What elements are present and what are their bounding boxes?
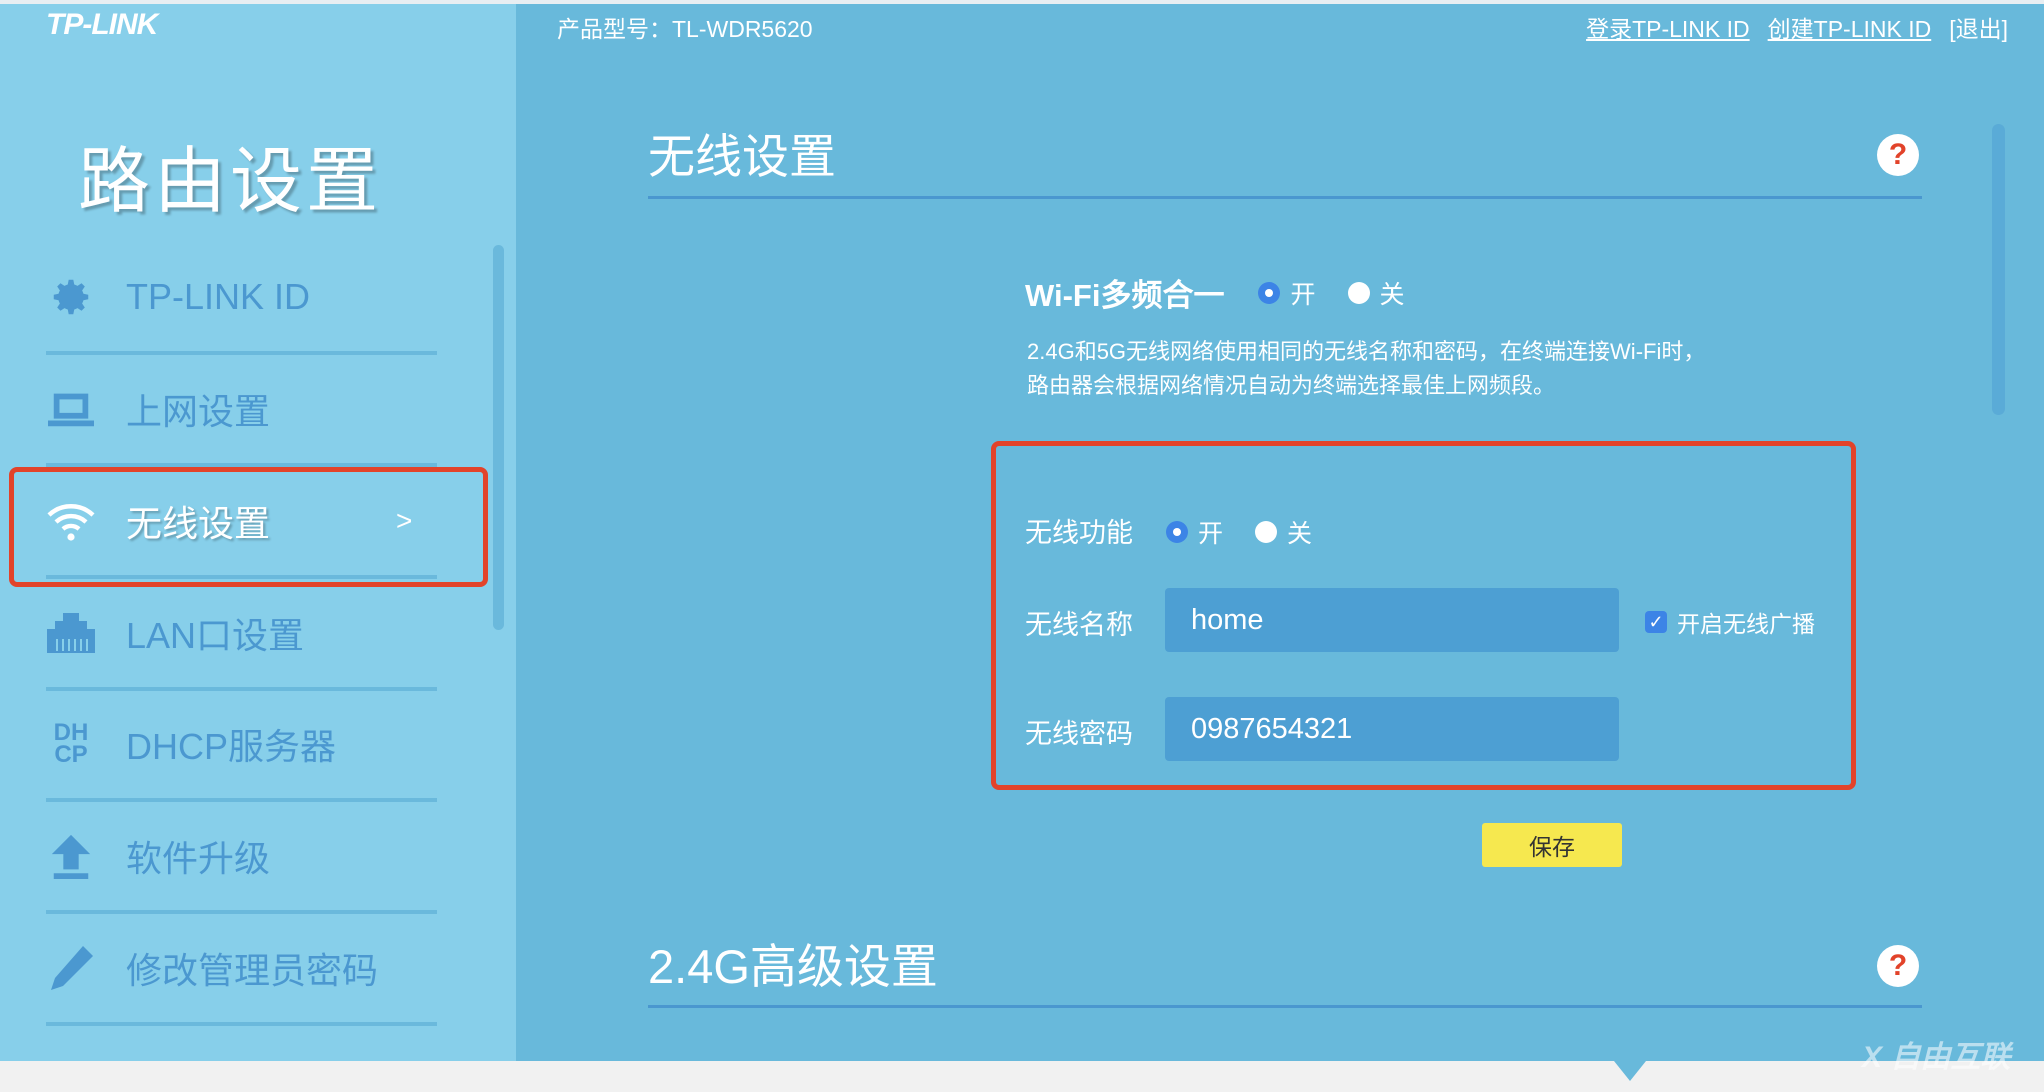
wireless-on-radio[interactable]: [1166, 521, 1188, 543]
logout-link[interactable]: [退出]: [1949, 10, 2008, 44]
wireless-function-label: 无线功能: [1025, 511, 1133, 550]
sidebar-item-label: DHCP服务器: [126, 718, 336, 770]
sidebar-item-admin-password[interactable]: 修改管理员密码: [46, 914, 437, 1026]
help-icon[interactable]: ?: [1877, 134, 1919, 176]
main-scrollbar[interactable]: [1992, 124, 2005, 415]
section-title-wireless: 无线设置: [648, 118, 836, 187]
section-divider: [648, 1005, 1922, 1008]
header-links: 登录TP-LINK ID 创建TP-LINK ID [退出]: [1586, 10, 2008, 44]
radio-label: 关: [1380, 275, 1405, 311]
radio-label: 开: [1290, 275, 1315, 311]
multiband-row: Wi-Fi多频合一 开 关: [1025, 270, 1437, 315]
dhcp-icon: DH CP: [46, 719, 96, 769]
pencil-icon: [46, 943, 96, 993]
sidebar-item-firmware[interactable]: 软件升级: [46, 802, 437, 914]
gear-icon: [46, 272, 96, 322]
multiband-on-radio[interactable]: [1258, 282, 1280, 304]
wireless-name-input[interactable]: home: [1165, 588, 1619, 652]
tp-link-logo: TP-LINK: [46, 8, 157, 42]
sidebar-item-label: 修改管理员密码: [126, 942, 378, 994]
section-title-24g-advanced: 2.4G高级设置: [648, 928, 938, 997]
product-model: 产品型号：TL-WDR5620: [557, 10, 813, 44]
bottom-bar: [0, 1061, 2044, 1092]
broadcast-row: ✓ 开启无线广播: [1645, 605, 1815, 639]
wireless-password-label: 无线密码: [1025, 712, 1133, 751]
multiband-description-1: 2.4G和5G无线网络使用相同的无线名称和密码，在终端连接Wi-Fi时，: [1027, 334, 1705, 366]
sidebar-title: 路由设置: [78, 122, 382, 227]
watermark: X 自由互联: [1862, 1032, 2010, 1076]
sidebar-item-label: 软件升级: [126, 830, 270, 882]
sidebar-item-lan[interactable]: LAN口设置: [46, 579, 437, 691]
save-button[interactable]: 保存: [1482, 823, 1622, 867]
multiband-description-2: 路由器会根据网络情况自动为终端选择最佳上网频段。: [1027, 368, 1555, 400]
sidebar-item-internet[interactable]: 上网设置: [46, 355, 437, 467]
sidebar-item-label: TP-LINK ID: [126, 276, 310, 318]
login-tplink-id-link[interactable]: 登录TP-LINK ID: [1586, 10, 1750, 44]
sidebar-scrollbar[interactable]: [493, 245, 504, 630]
multiband-off-radio[interactable]: [1348, 282, 1370, 304]
sidebar-item-tplink-id[interactable]: TP-LINK ID: [46, 243, 437, 355]
help-icon[interactable]: ?: [1877, 945, 1919, 987]
multiband-label: Wi-Fi多频合一: [1025, 270, 1224, 315]
radio-label: 关: [1287, 514, 1312, 550]
broadcast-checkbox[interactable]: ✓: [1645, 611, 1667, 633]
section-divider: [648, 196, 1922, 199]
broadcast-label: 开启无线广播: [1677, 605, 1815, 639]
highlight-box-sidebar: [9, 467, 488, 587]
tooltip-notch: [1614, 1061, 1646, 1081]
sidebar-item-label: 上网设置: [126, 383, 270, 435]
sidebar-item-dhcp[interactable]: DH CP DHCP服务器: [46, 690, 437, 802]
ethernet-port-icon: [46, 608, 96, 658]
upload-icon: [46, 831, 96, 881]
laptop-icon: [46, 384, 96, 434]
wireless-password-input[interactable]: 0987654321: [1165, 697, 1619, 761]
create-tplink-id-link[interactable]: 创建TP-LINK ID: [1768, 10, 1932, 44]
wireless-name-label: 无线名称: [1025, 603, 1133, 642]
wireless-function-radios: 开 关: [1166, 514, 1344, 550]
wireless-off-radio[interactable]: [1255, 521, 1277, 543]
sidebar-item-label: LAN口设置: [126, 607, 304, 659]
radio-label: 开: [1198, 514, 1223, 550]
